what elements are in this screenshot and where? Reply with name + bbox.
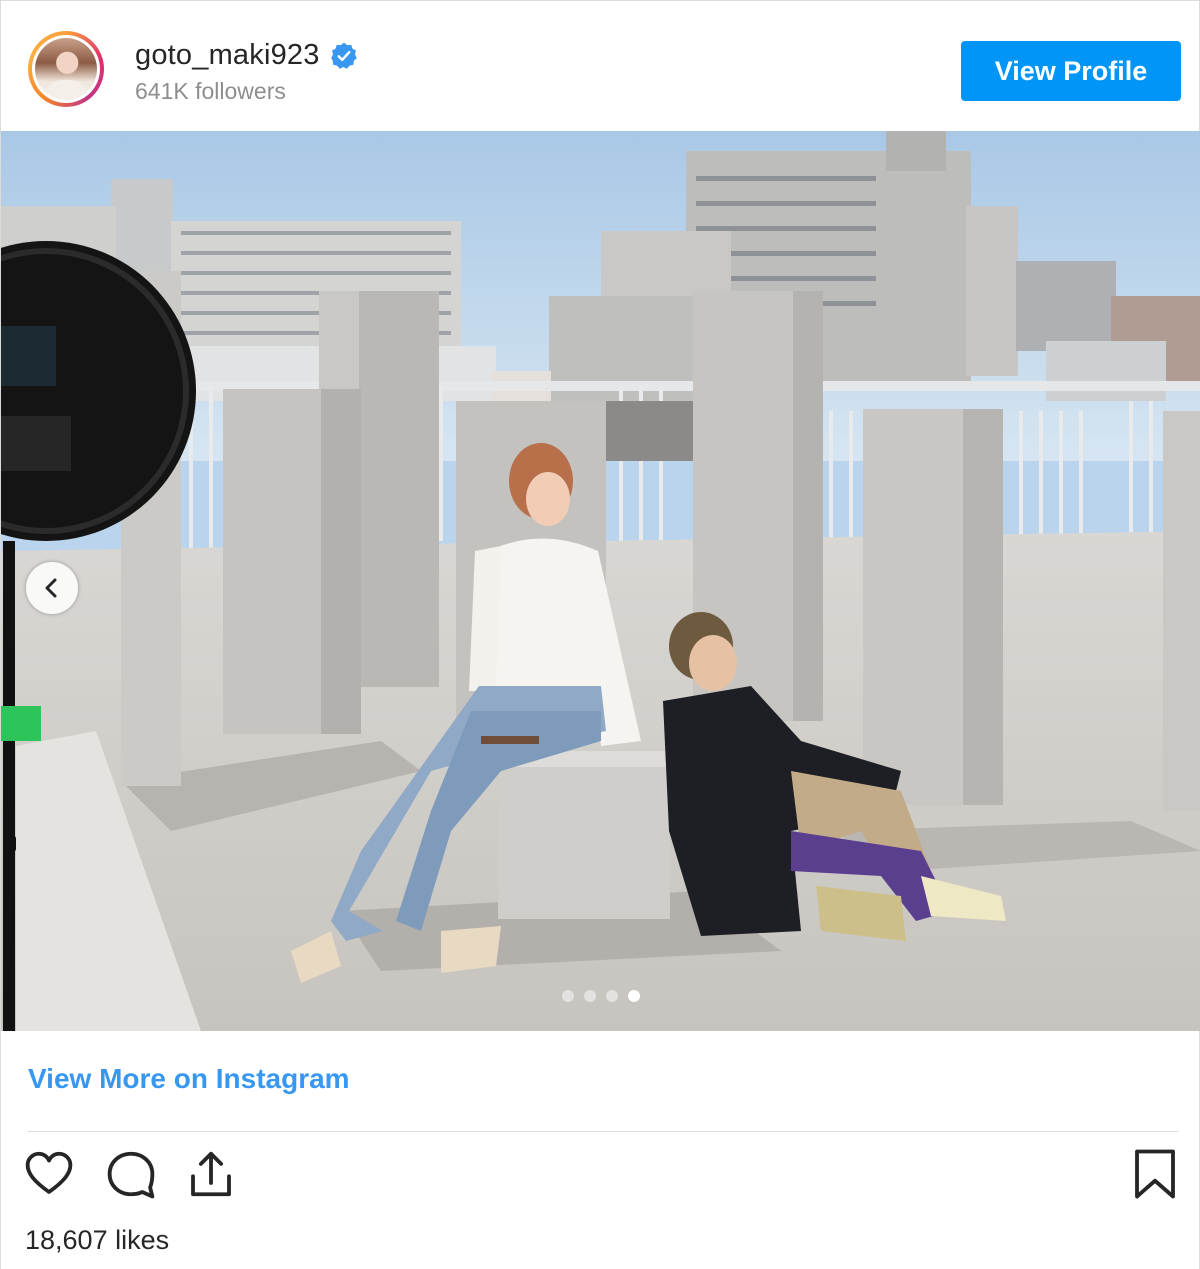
comment-button[interactable] — [103, 1146, 159, 1202]
bookmark-icon — [1135, 1149, 1175, 1199]
share-button[interactable] — [183, 1146, 239, 1202]
share-icon — [191, 1151, 231, 1197]
carousel-dot — [606, 990, 618, 1002]
like-count: 18,607 likes — [25, 1225, 170, 1255]
carousel-dot — [562, 990, 574, 1002]
carousel-dot-active — [628, 990, 640, 1002]
action-bar — [1, 1146, 1200, 1206]
username-row: goto_maki923 — [135, 39, 358, 72]
chevron-left-icon — [45, 578, 57, 598]
carousel-dot — [584, 990, 596, 1002]
view-profile-button[interactable]: View Profile — [961, 41, 1181, 101]
like-button[interactable] — [21, 1146, 77, 1202]
post-header: goto_maki923 641K followers View Profile — [1, 1, 1200, 131]
follower-count: 641K followers — [135, 78, 286, 104]
comment-icon — [107, 1151, 155, 1199]
avatar[interactable] — [28, 31, 104, 107]
carousel-prev-button[interactable] — [26, 562, 78, 614]
verified-badge-icon — [330, 42, 358, 70]
carousel-indicator — [562, 990, 640, 1002]
post-photo[interactable] — [1, 131, 1200, 1031]
bookmark-button[interactable] — [1127, 1146, 1183, 1202]
view-more-link[interactable]: View More on Instagram — [28, 1063, 350, 1095]
instagram-embed: goto_maki923 641K followers View Profile — [0, 0, 1200, 1269]
heart-icon — [25, 1151, 73, 1194]
divider — [28, 1131, 1178, 1132]
avatar-image — [35, 38, 97, 100]
username[interactable]: goto_maki923 — [135, 39, 320, 72]
rooftop-photo — [1, 131, 1200, 1031]
